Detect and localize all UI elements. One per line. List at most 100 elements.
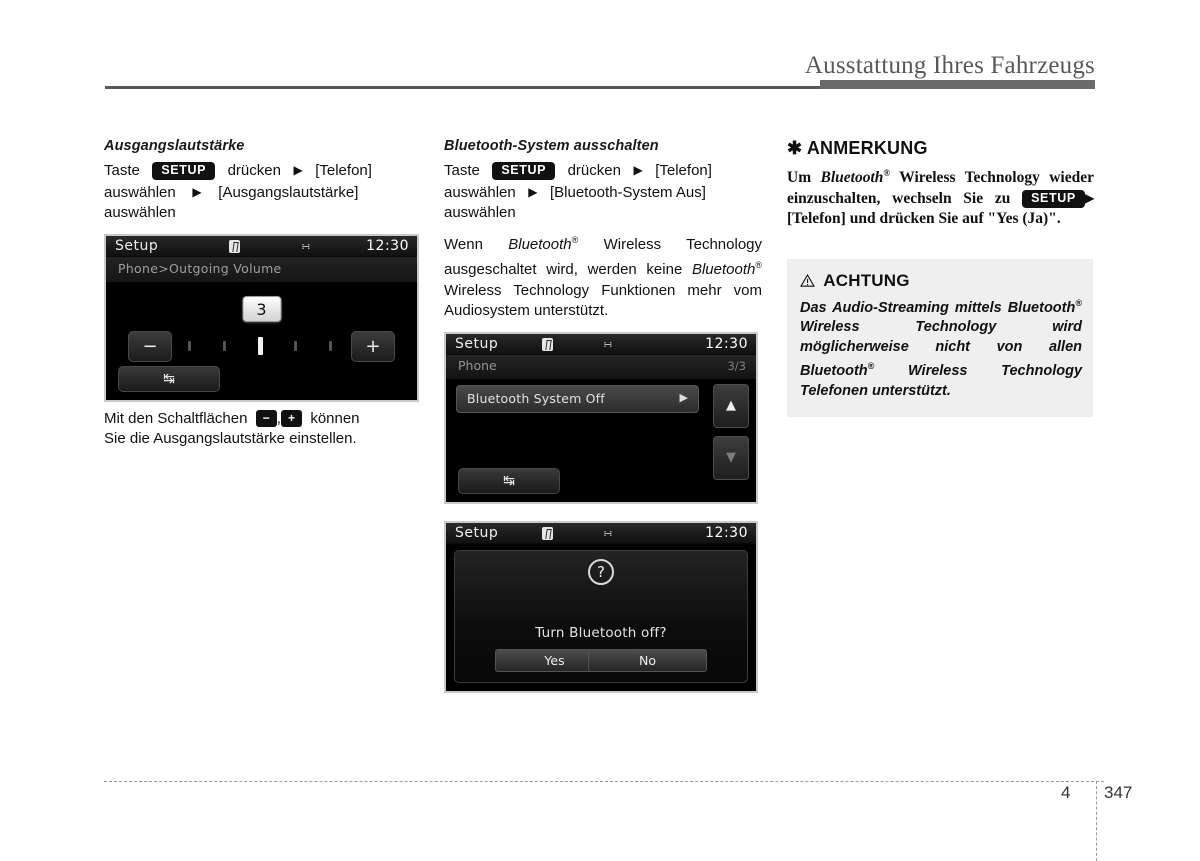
scroll-down-button[interactable]: ▼ [713, 435, 749, 480]
warn-l2b: Wireless Technology [800, 319, 997, 336]
middle-column: Bluetooth-System ausschalten Taste SETUP… [444, 138, 762, 693]
page-title: Ausstattung Ihres Fahrzeugs [804, 52, 1095, 79]
screen-clock-list: 12:30 [705, 335, 748, 352]
left-column: Ausgangslautstärke Taste SETUP drücken ▶… [104, 138, 422, 450]
para-bluetooth-2: Bluetooth [691, 261, 756, 278]
para-bluetooth-1: Bluetooth [508, 235, 572, 253]
usb-icon-list: ∺ [603, 337, 613, 351]
phone-list-screen: Setup ∺ 12:30 Phone 3/3 Bluetooth System… [444, 331, 758, 504]
label-auswaehlen-mid-2: auswählen [444, 204, 516, 221]
warn-reg-2: ® [867, 361, 875, 372]
list-item-label: Bluetooth System Off [467, 390, 605, 406]
note-l4: "Yes (Ja)". [987, 210, 1061, 228]
dialog-message: Turn Bluetooth off? [535, 624, 667, 641]
back-button[interactable]: ↹ [118, 365, 220, 392]
list-scrollbar[interactable]: ▲ ▼ [713, 383, 749, 480]
step-arrow-icon-mid: ▶ [633, 163, 643, 177]
volume-caption: Mit den Schaltflächen −, + können Sie die… [104, 409, 422, 450]
para-l3b: Wireless Technology [444, 281, 590, 299]
label-auswaehlen-1: auswählen [104, 183, 176, 201]
label-taste: Taste [104, 162, 140, 179]
screen-clock: 12:30 [366, 237, 409, 254]
label-druecken-mid: drücken [567, 162, 621, 179]
question-mark-icon: ? [588, 558, 614, 585]
step-arrow-icon: ▶ [293, 163, 303, 177]
warn-bluetooth-1: Bluetooth [1007, 299, 1076, 316]
plus-badge-icon: + [280, 409, 302, 427]
footer-vertical-divider [1096, 781, 1097, 861]
usb-icon-dialog: ∺ [603, 526, 613, 540]
note-l3b: [Telefon] und drücken Sie auf [787, 210, 984, 228]
caption-part2: können [310, 409, 360, 427]
volume-slider-ticks[interactable] [188, 334, 336, 358]
note-body: Um Bluetooth® Wireless Technology wieder… [787, 163, 1094, 229]
list-screen-status-bar: Setup ∺ 12:30 [446, 333, 756, 355]
section-heading-outgoing-volume: Ausgangslautstärke [104, 138, 245, 154]
paragraph-bluetooth-off: Wenn Bluetooth® Wireless Technology ausg… [444, 230, 762, 322]
right-column: ✱ ANMERKUNG Um Bluetooth® Wireless Techn… [787, 138, 1094, 418]
page-number: 347 [1104, 783, 1133, 802]
screen-title-dialog: Setup [455, 524, 499, 541]
setup-button-badge[interactable]: SETUP [152, 162, 216, 180]
menu-item-bluetooth-aus: [Bluetooth-System Aus] [549, 183, 706, 201]
chevron-right-icon: ▶ [679, 390, 688, 404]
scroll-up-button[interactable]: ▲ [713, 383, 749, 428]
volume-increase-button[interactable]: + [351, 330, 395, 362]
screen-title: Setup [115, 237, 159, 254]
confirm-dialog-screen: Setup ∺ 12:30 ? Turn Bluetooth off? Yes … [444, 520, 758, 693]
screen-title-list: Setup [455, 335, 499, 352]
warn-reg-1: ® [1075, 298, 1082, 309]
caption-part3: Sie die Ausgangslautstärke einstellen. [104, 430, 357, 447]
para-reg-1: ® [571, 234, 579, 245]
warning-body: Das Audio-Streaming mittels Bluetooth® W… [800, 294, 1082, 401]
note-heading-label: ANMERKUNG [806, 138, 928, 158]
page-header: Ausstattung Ihres Fahrzeugs [0, 0, 1200, 100]
screen-clock-dialog: 12:30 [705, 524, 748, 541]
usb-icon: ∺ [301, 239, 311, 253]
back-button-list[interactable]: ↹ [458, 467, 560, 494]
note-l1a: Um [787, 169, 812, 187]
warning-box: ACHTUNG Das Audio-Streaming mittels Blue… [787, 259, 1093, 418]
bluetooth-icon [229, 239, 240, 253]
volume-tick-5 [329, 340, 332, 351]
warning-triangle-icon [800, 272, 815, 287]
list-page-indicator: 3/3 [727, 358, 746, 373]
chapter-number: 4 [1061, 783, 1071, 802]
note-reg: ® [883, 168, 891, 178]
section-heading-bluetooth-off: Bluetooth-System ausschalten [444, 138, 659, 154]
para-l1b: Wireless Technology [603, 235, 762, 253]
list-item-bluetooth-system-off[interactable]: Bluetooth System Off ▶ [456, 384, 699, 413]
minus-badge-icon: − [255, 409, 277, 427]
bluetooth-icon-dialog [542, 526, 553, 540]
volume-screen-status-bar: Setup ∺ 12:30 [106, 235, 417, 257]
volume-decrease-button[interactable]: − [128, 330, 172, 362]
volume-tick-2 [223, 340, 226, 351]
list-breadcrumb-text: Phone [458, 357, 497, 373]
warn-bluetooth-2: Bluetooth [800, 363, 868, 380]
para-l2: ausgeschaltet wird, werden keine [444, 261, 683, 278]
menu-item-ausgangslautstaerke: [Ausgangslautstärke] [218, 183, 359, 201]
setup-button-badge-mid[interactable]: SETUP [492, 162, 556, 180]
warning-heading-label: ACHTUNG [823, 271, 910, 291]
menu-item-telefon: [Telefon] [315, 162, 372, 179]
step-arrow-icon-note: ▶ [1084, 191, 1094, 206]
para-l1a: Wenn [444, 235, 483, 253]
warning-heading: ACHTUNG [800, 271, 1082, 291]
label-taste-mid: Taste [444, 162, 480, 179]
warn-l4b: Wireless Technology [907, 363, 1083, 380]
bluetooth-icon-list [542, 337, 553, 351]
label-druecken: drücken [227, 162, 281, 179]
volume-breadcrumb-text: Phone>Outgoing Volume [118, 260, 282, 276]
instruction-bluetooth-off: Taste SETUP drücken ▶ [Telefon] auswähle… [444, 160, 762, 224]
volume-tick-1 [188, 340, 191, 351]
label-auswaehlen-2: auswählen [104, 204, 176, 221]
volume-screen: Setup ∺ 12:30 Phone>Outgoing Volume 3 − … [104, 233, 419, 402]
warn-l5: Telefonen unterstützt. [800, 382, 951, 399]
list-breadcrumb: Phone 3/3 [446, 354, 756, 379]
step-arrow-icon-mid-2: ▶ [528, 184, 538, 199]
para-l5: unterstützt. [534, 302, 609, 319]
dialog-no-button[interactable]: No [588, 648, 707, 672]
caption-part1: Mit den Schaltflächen [104, 409, 248, 427]
setup-button-badge-note[interactable]: SETUP [1022, 190, 1085, 209]
volume-tick-3-active [258, 336, 263, 355]
